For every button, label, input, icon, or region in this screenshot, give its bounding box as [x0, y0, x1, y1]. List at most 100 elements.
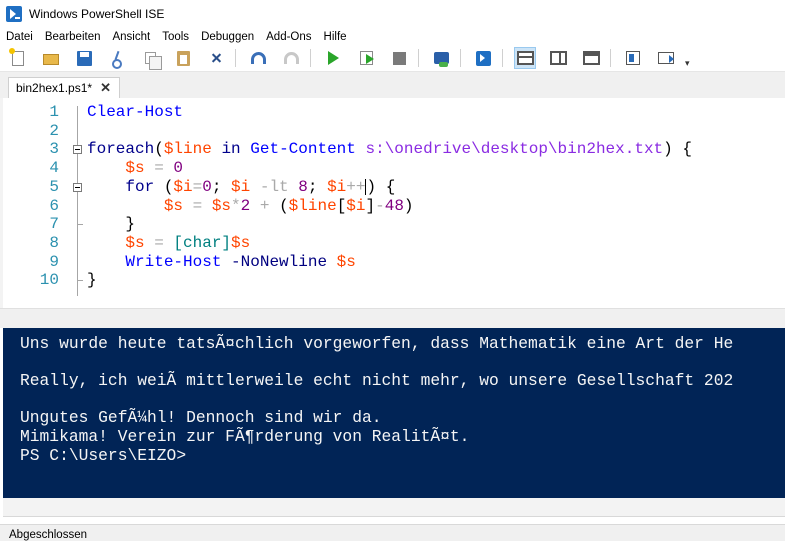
code-token: $s	[125, 233, 145, 252]
code-token: for	[125, 177, 155, 196]
code-token: $i	[327, 177, 347, 196]
pane-splitter[interactable]	[0, 308, 785, 328]
code-token: -lt	[250, 177, 299, 196]
script-pane-top-button[interactable]	[514, 47, 536, 69]
menu-add-ons[interactable]: Add-Ons	[260, 31, 317, 43]
code-token: =	[144, 233, 174, 252]
new-script-button[interactable]	[7, 47, 29, 69]
menu-datei[interactable]: Datei	[0, 31, 39, 43]
menu-tools[interactable]: Tools	[156, 31, 195, 43]
menu-debuggen[interactable]: Debuggen	[195, 31, 260, 43]
code-token: (	[154, 177, 174, 196]
fold-toggle-icon[interactable]	[73, 182, 82, 192]
code-token: [	[336, 196, 347, 215]
line-number: 10	[39, 271, 59, 290]
script-pane-right-button[interactable]	[547, 47, 569, 69]
line-number: 5	[49, 177, 59, 196]
line-number: 6	[49, 196, 59, 215]
code-token: ]	[365, 196, 376, 215]
powershell-console-button[interactable]	[472, 47, 494, 69]
fold-end-marker	[77, 280, 83, 282]
save-icon	[76, 50, 92, 66]
toolbar-separator	[418, 49, 419, 67]
console-pane[interactable]: Uns wurde heute tatsÃ¤chlich vorgeworfen…	[3, 328, 785, 498]
paste-icon	[176, 50, 190, 66]
cut-icon	[110, 51, 124, 69]
copy-button[interactable]	[139, 47, 162, 70]
code-token: ;	[211, 177, 232, 196]
code-token: =	[183, 196, 212, 215]
open-button[interactable]	[40, 47, 62, 69]
code-text: foreach($line in Get-Content s:\onedrive…	[87, 140, 692, 159]
code-line: 8 $s = [char]$s	[3, 234, 785, 253]
code-line: 6 $s = $s*2 + ($line[$i]-48)	[3, 197, 785, 216]
script-pane-top-icon	[516, 51, 534, 65]
undo-icon	[250, 52, 266, 64]
fold-toggle-icon[interactable]	[73, 145, 82, 155]
code-token: $s	[231, 233, 251, 252]
toolbar-overflow-icon[interactable]: ▾	[685, 58, 690, 69]
menu-bar: Datei Bearbeiten Ansicht Tools Debuggen …	[0, 28, 785, 45]
script-editor[interactable]: 1 Clear-Host 2 3 foreach($line in Get-Conten…	[0, 98, 785, 308]
code-token: Clear-Host	[87, 103, 184, 121]
redo-button[interactable]	[280, 47, 302, 69]
console-horizontal-scrollbar[interactable]	[3, 498, 785, 517]
code-line: 3 foreach($line in Get-Content s:\onedriv…	[3, 140, 785, 159]
stop-button[interactable]	[388, 47, 410, 69]
line-number: 1	[49, 103, 59, 121]
toolbar-separator	[502, 49, 503, 67]
code-line: 4 $s = 0	[3, 159, 785, 178]
hide-command-add-on-button[interactable]	[655, 47, 677, 69]
tab-bin2hex1[interactable]: bin2hex1.ps1* ✕	[8, 77, 120, 98]
remote-powershell-button[interactable]	[430, 47, 452, 69]
menu-bearbeiten[interactable]: Bearbeiten	[39, 31, 107, 43]
toolbar-separator	[610, 49, 611, 67]
menu-hilfe[interactable]: Hilfe	[318, 31, 353, 43]
clear-console-button[interactable]	[205, 47, 227, 69]
code-token: $i	[231, 177, 251, 196]
copy-icon	[144, 52, 162, 70]
open-icon	[43, 54, 59, 65]
menu-ansicht[interactable]: Ansicht	[106, 31, 156, 43]
save-button[interactable]	[73, 47, 95, 69]
code-token: 8	[298, 177, 308, 196]
code-token: $i	[173, 177, 193, 196]
line-number: 7	[49, 215, 59, 234]
show-script-pane-icon	[626, 51, 640, 65]
code-token: $line	[163, 140, 212, 159]
clear-console-icon	[209, 51, 223, 65]
console-line: Uns wurde heute tatsÃ¤chlich vorgeworfen…	[20, 334, 734, 353]
title-bar: Windows PowerShell ISE	[0, 0, 785, 28]
powershell-console-icon	[475, 50, 491, 66]
code-token: 0	[202, 177, 212, 196]
code-token: [char]	[173, 233, 232, 252]
console-line: Mimikama! Verein zur FÃ¶rderung von Real…	[20, 427, 470, 446]
run-selection-button[interactable]	[355, 47, 377, 69]
code-token: }	[87, 271, 97, 290]
code-token: =	[192, 177, 203, 196]
run-script-button[interactable]	[322, 47, 344, 69]
code-token: 0	[173, 159, 184, 178]
code-token: (	[154, 140, 164, 159]
show-script-pane-button[interactable]	[622, 47, 644, 69]
script-pane-maximized-button[interactable]	[580, 47, 602, 69]
close-icon[interactable]: ✕	[100, 80, 111, 96]
code-text: $s = $s*2 + ($line[$i]-48)	[87, 197, 414, 216]
cut-button[interactable]	[106, 47, 128, 69]
paste-button[interactable]	[172, 47, 194, 69]
line-number: 4	[49, 159, 59, 178]
toolbar-separator	[310, 49, 311, 67]
line-number: 2	[49, 121, 59, 140]
code-text: }	[87, 215, 135, 234]
new-script-icon	[9, 47, 24, 66]
undo-button[interactable]	[247, 47, 269, 69]
tab-label: bin2hex1.ps1*	[16, 81, 93, 95]
code-token: 48	[384, 196, 404, 215]
code-token: $s	[336, 252, 356, 271]
code-token: ;	[307, 177, 328, 196]
